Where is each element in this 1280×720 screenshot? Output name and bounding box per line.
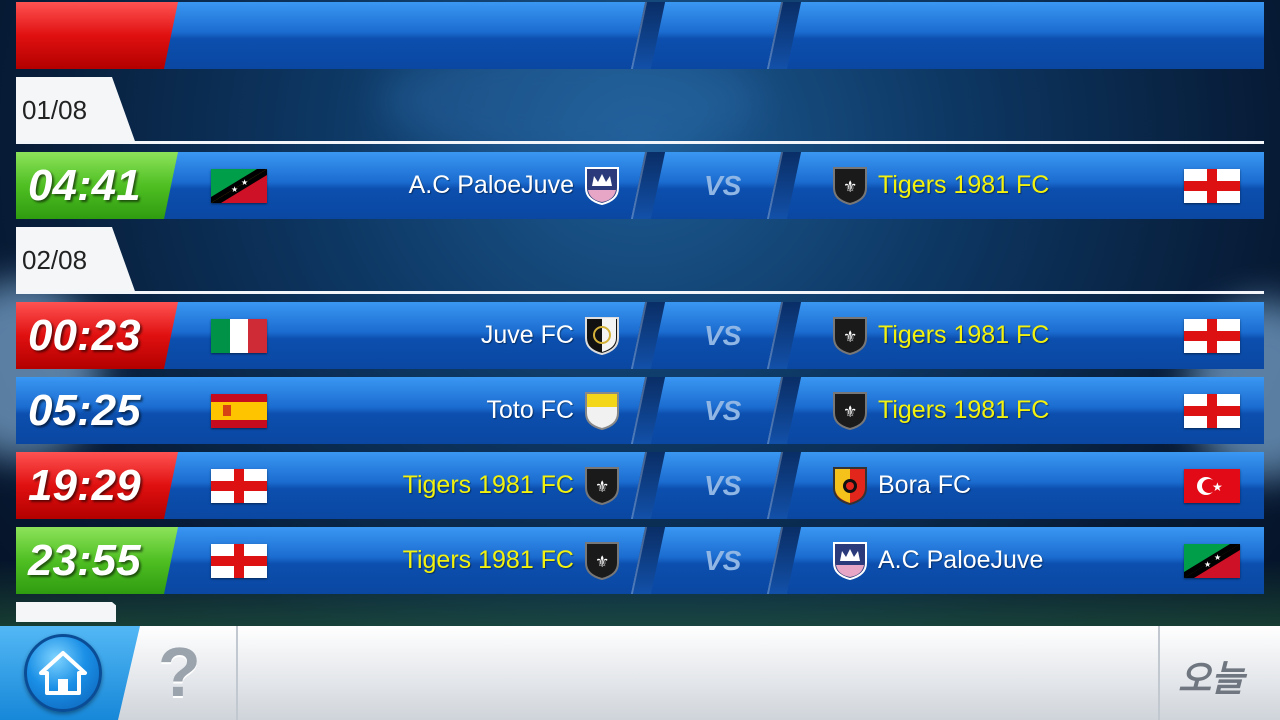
crown-crest-icon (832, 541, 868, 581)
svg-text:★: ★ (1212, 480, 1223, 494)
vs-label: VS (704, 470, 742, 501)
italy-flag-icon (211, 319, 267, 353)
svg-text:⚜: ⚜ (595, 479, 609, 496)
england-flag-icon (211, 469, 267, 503)
away-team-name: Tigers 1981 FC (878, 171, 1050, 199)
yellow-white-crest-icon (584, 391, 620, 431)
saint-kitts-and-nevis-flag-icon: ★ ★ (211, 169, 267, 203)
svg-text:⚜: ⚜ (843, 404, 857, 421)
svg-text:★: ★ (241, 178, 248, 187)
away-team-name: Tigers 1981 FC (878, 321, 1050, 349)
svg-text:⚜: ⚜ (843, 179, 857, 196)
svg-text:⚜: ⚜ (843, 329, 857, 346)
vs-label: VS (704, 395, 742, 426)
match-time: 04:41 (16, 152, 178, 219)
match-time: 05:25 (28, 386, 141, 435)
spain-flag-icon (211, 394, 267, 428)
svg-text:★: ★ (1214, 553, 1221, 562)
away-team-name: Bora FC (878, 471, 972, 499)
fleur-crest-icon: ⚜ (584, 541, 620, 581)
home-button[interactable] (24, 634, 102, 712)
england-flag-icon (1184, 319, 1240, 353)
match-row[interactable]: 19:29 Tigers 1981 FC ⚜ VS Bora FC ★ (16, 452, 1264, 519)
red-yellow-crest-icon (832, 466, 868, 506)
match-time: 23:55 (16, 527, 178, 594)
today-button[interactable]: 오늘 (1158, 626, 1280, 720)
crown-crest-icon (584, 166, 620, 206)
england-flag-icon (1184, 169, 1240, 203)
fleur-crest-icon: ⚜ (832, 316, 868, 356)
home-team-name: A.C PaloeJuve (408, 171, 574, 199)
date-header: 01/08 (16, 77, 1264, 144)
match-row[interactable]: 05:25 Toto FC VS ⚜ Tigers 1981 FC (16, 377, 1264, 444)
date-label: 02/08 (16, 227, 136, 294)
home-team-name: Tigers 1981 FC (402, 471, 574, 499)
laurel-crest-icon (584, 316, 620, 356)
divider (16, 141, 1264, 144)
today-label: 오늘 (1178, 658, 1245, 699)
match-row[interactable]: 00:23 Juve FC VS ⚜ Tigers 1981 FC (16, 302, 1264, 369)
home-team-name: Tigers 1981 FC (402, 546, 574, 574)
match-row[interactable]: 23:55 Tigers 1981 FC ⚜ VS A.C PaloeJuve … (16, 527, 1264, 594)
match-time (16, 2, 178, 69)
vs-label: VS (704, 320, 742, 351)
svg-text:★: ★ (1204, 560, 1211, 569)
help-label: ? (158, 633, 201, 711)
date-label: 01/08 (16, 77, 136, 144)
divider (16, 291, 1264, 294)
match-time: 00:23 (16, 302, 178, 369)
home-team-name: Toto FC (486, 396, 574, 424)
home-team-name: Juve FC (480, 321, 574, 349)
bottom-bar: ? 오늘 (0, 626, 1280, 720)
vs-label: VS (704, 545, 742, 576)
england-flag-icon (1184, 394, 1240, 428)
england-flag-icon (211, 544, 267, 578)
match-row-partial[interactable] (16, 2, 1264, 69)
turkey-flag-icon: ★ (1184, 469, 1240, 503)
svg-text:★: ★ (231, 185, 238, 194)
saint-kitts-and-nevis-flag-icon: ★ ★ (1184, 544, 1240, 578)
home-icon (39, 651, 87, 695)
match-row[interactable]: 04:41 ★ ★ A.C PaloeJuve VS ⚜ Tigers 1981 … (16, 152, 1264, 219)
vs-label: VS (704, 170, 742, 201)
fleur-crest-icon: ⚜ (584, 466, 620, 506)
away-team-name: Tigers 1981 FC (878, 396, 1050, 424)
date-header: 02/08 (16, 227, 1264, 294)
fleur-crest-icon: ⚜ (832, 166, 868, 206)
fleur-crest-icon: ⚜ (832, 391, 868, 431)
away-team-name: A.C PaloeJuve (878, 546, 1044, 574)
svg-text:⚜: ⚜ (595, 554, 609, 571)
help-button[interactable]: ? (140, 626, 238, 720)
date-header-partial (16, 602, 1264, 622)
match-time: 19:29 (16, 452, 178, 519)
